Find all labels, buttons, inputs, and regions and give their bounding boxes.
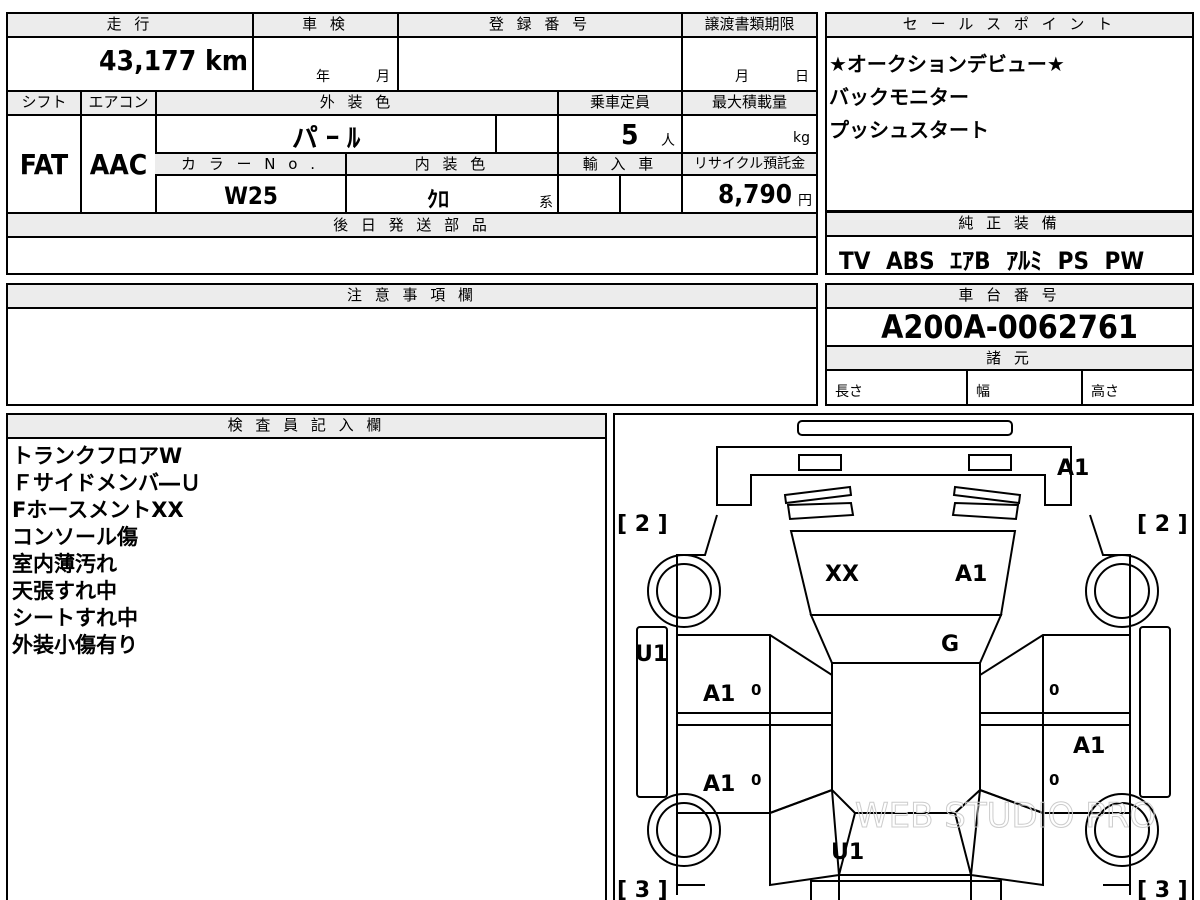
equipment-box: 純 正 装 備 TV ABS ｴｱB ｱﾙﾐ PS PW [825, 211, 1194, 275]
vehicle-info-block: 走 行 車 検 登 録 番 号 譲渡書類期限 43,177 km 年 月 月 日… [6, 12, 818, 275]
transfer-deadline-header: 譲渡書類期限 [681, 14, 816, 36]
recycle-value: 8,790 [718, 180, 792, 210]
sales-point-line: ★オークションデビュー★ [829, 52, 1065, 76]
deadline-month: 月 [735, 69, 749, 85]
import-header: 輸 入 車 [557, 154, 681, 174]
equipment-value: TV ABS ｴｱB ｱﾙﾐ PS PW [839, 247, 1145, 275]
registration-value [397, 38, 681, 90]
mark-right-rear-door: A1 [1073, 734, 1105, 759]
mark-left-rocker: U1 [635, 642, 668, 667]
inspector-box: 検 査 員 記 入 欄 トランクフロアW Ｆサイドメンバ―Ｕ FホースメントXX… [6, 413, 607, 900]
color-no-value: W25 [224, 182, 278, 210]
bracket-front-right: [ 2 ] [1137, 512, 1188, 537]
aircon-header: エアコン [80, 92, 155, 114]
shift-value: FAT [19, 148, 69, 181]
bracket-front-left: [ 2 ] [617, 512, 668, 537]
door-zero-rf: 0 [1049, 681, 1059, 699]
bracket-rear-left: [ 3 ] [617, 878, 668, 900]
exterior-color-value: パ ｰ ﾙ [291, 124, 361, 154]
mark-hood-right: A1 [955, 562, 987, 587]
notes-header: 注 意 事 項 欄 [8, 285, 816, 309]
registration-header: 登 録 番 号 [397, 14, 681, 36]
car-diagram-box: WEB STUDIO PRO A1 XX A1 G U1 A1 A1 A1 U1… [613, 413, 1194, 900]
recycle-unit: 円 [798, 193, 812, 209]
spec-height: 高さ [1091, 384, 1119, 400]
notes-box: 注 意 事 項 欄 [6, 283, 818, 406]
shaken-year: 年 [316, 69, 330, 85]
color-no-header: カ ラ ー N o . [155, 154, 345, 174]
mark-windshield: G [941, 632, 959, 657]
inspector-line: 室内薄汚れ [12, 552, 117, 576]
door-zero-lf: 0 [751, 681, 761, 699]
door-zero-rr: 0 [1049, 771, 1059, 789]
deadline-day: 日 [795, 69, 809, 85]
mark-rear: U1 [831, 840, 864, 865]
aircon-value: AAC [89, 148, 148, 181]
later-parts-header: 後 日 発 送 部 品 [8, 212, 816, 238]
interior-suffix: 系 [539, 195, 553, 211]
chassis-box: 車 台 番 号 A200A-0062761 諸 元 長さ 幅 高さ [825, 283, 1194, 406]
mark-left-rear-door: A1 [703, 772, 735, 797]
shaken-month: 月 [376, 69, 390, 85]
interior-color-value: ｸﾛ [427, 188, 450, 213]
inspector-line: 天張すれ中 [12, 579, 117, 603]
capacity-header: 乗車定員 [557, 92, 681, 114]
mileage-header: 走 行 [8, 14, 252, 36]
inspector-line: FホースメントXX [12, 498, 184, 522]
shift-header: シフト [8, 92, 80, 114]
capacity-value: 5 [621, 118, 639, 151]
recycle-header: リサイクル預託金 [681, 154, 816, 174]
later-parts-value [8, 238, 816, 273]
max-load-header: 最大積載量 [681, 92, 816, 114]
equipment-header: 純 正 装 備 [827, 213, 1192, 237]
bracket-rear-right: [ 3 ] [1137, 878, 1188, 900]
mileage-value: 43,177 km [99, 44, 248, 77]
inspector-line: Ｆサイドメンバ―Ｕ [12, 471, 201, 495]
mark-hood-left: XX [825, 562, 859, 587]
mark-left-front-door: A1 [703, 682, 735, 707]
car-diagram: WEB STUDIO PRO A1 XX A1 G U1 A1 A1 A1 U1… [617, 420, 1188, 900]
sales-point-line: プッシュスタート [829, 118, 989, 142]
sales-points-box: セ ー ル ス ポ イ ン ト ★オークションデビュー★ バックモニター プッシ… [825, 12, 1194, 212]
inspector-line: トランクフロアW [12, 444, 183, 468]
sales-point-line: バックモニター [829, 85, 969, 109]
shaken-header: 車 検 [252, 14, 397, 36]
spec-length: 長さ [835, 384, 863, 400]
watermark-text: WEB STUDIO PRO [855, 796, 1156, 836]
inspector-line: シートすれ中 [12, 606, 138, 630]
chassis-header: 車 台 番 号 [827, 285, 1192, 309]
specs-header: 諸 元 [827, 345, 1192, 371]
mark-front-bumper: A1 [1057, 456, 1089, 481]
inspector-line: コンソール傷 [12, 525, 138, 549]
spec-width: 幅 [976, 384, 990, 400]
inspector-header: 検 査 員 記 入 欄 [8, 415, 605, 439]
inspector-line: 外装小傷有り [12, 633, 138, 657]
max-load-unit: kg [793, 130, 810, 146]
capacity-unit: 人 [661, 133, 675, 149]
door-zero-lr: 0 [751, 771, 761, 789]
sales-points-header: セ ー ル ス ポ イ ン ト [827, 14, 1192, 38]
interior-color-header: 内 装 色 [345, 154, 557, 174]
exterior-color-header: 外 装 色 [155, 92, 557, 114]
chassis-value: A200A-0062761 [881, 308, 1138, 346]
